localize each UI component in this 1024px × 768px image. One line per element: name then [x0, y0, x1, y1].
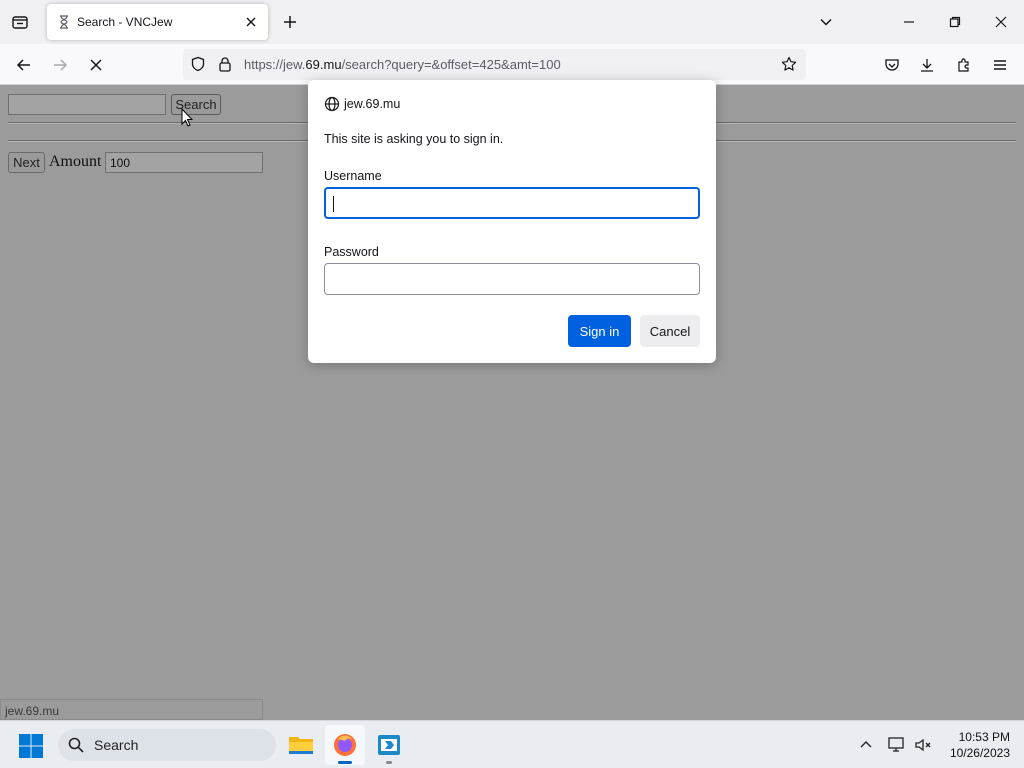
- cancel-button[interactable]: Cancel: [640, 315, 700, 347]
- tab-strip: Search - VNCJew: [0, 0, 1024, 44]
- taskbar-search-placeholder: Search: [94, 737, 139, 753]
- password-field[interactable]: [324, 263, 700, 295]
- search-icon: [68, 737, 84, 756]
- hourglass-icon: [57, 15, 71, 29]
- stop-loading-icon[interactable]: [83, 52, 109, 78]
- tab-list-icon[interactable]: [8, 10, 32, 34]
- password-label: Password: [324, 245, 379, 259]
- back-icon[interactable]: [11, 52, 37, 78]
- taskbar-search[interactable]: Search: [58, 729, 276, 761]
- sign-in-dialog: jew.69.mu This site is asking you to sig…: [308, 80, 716, 363]
- next-button[interactable]: Next: [8, 152, 45, 173]
- tab-title: Search - VNCJew: [77, 15, 173, 29]
- forward-icon[interactable]: [47, 52, 73, 78]
- bookmark-star-icon[interactable]: [781, 56, 797, 75]
- lock-icon[interactable]: [218, 56, 232, 75]
- username-label: Username: [324, 169, 382, 183]
- network-icon[interactable]: [887, 735, 907, 755]
- status-bar: jew.69.mu: [0, 699, 263, 720]
- download-icon[interactable]: [914, 52, 940, 78]
- mouse-cursor-icon: [181, 108, 193, 127]
- restore-icon[interactable]: [932, 8, 978, 36]
- sign-in-button[interactable]: Sign in: [568, 315, 631, 347]
- globe-icon: [324, 96, 340, 112]
- chevron-down-icon[interactable]: [816, 12, 836, 32]
- amount-label: Amount: [49, 153, 102, 170]
- taskbar: Search 10:53 PM 10/26/2023: [0, 720, 1024, 768]
- file-explorer-icon[interactable]: [281, 725, 321, 765]
- url-prefix: https://jew.: [244, 57, 306, 72]
- pocket-icon[interactable]: [879, 52, 905, 78]
- shield-icon[interactable]: [190, 56, 206, 75]
- page-search-button[interactable]: Search: [171, 94, 221, 115]
- url-bar[interactable]: https://jew.69.mu/search?query=&offset=4…: [183, 49, 806, 80]
- new-tab-icon[interactable]: [280, 12, 300, 32]
- menu-icon[interactable]: [987, 52, 1013, 78]
- url-text[interactable]: https://jew.69.mu/search?query=&offset=4…: [244, 57, 561, 72]
- url-path: /search?query=&offset=425&amt=100: [341, 57, 561, 72]
- url-domain: 69.mu: [305, 57, 342, 72]
- close-tab-icon[interactable]: [242, 13, 260, 31]
- active-app-indicator: [338, 761, 352, 764]
- page-search-input[interactable]: [8, 94, 166, 115]
- amount-input[interactable]: 100: [105, 152, 263, 173]
- volume-muted-icon[interactable]: [913, 735, 933, 755]
- dialog-message: This site is asking you to sign in.: [324, 132, 504, 146]
- username-field[interactable]: [324, 187, 700, 219]
- running-app-indicator: [386, 761, 392, 764]
- close-window-icon[interactable]: [978, 8, 1024, 36]
- chevron-up-icon[interactable]: [856, 735, 876, 755]
- clock-time: 10:53 PM: [958, 730, 1010, 744]
- firefox-icon[interactable]: [325, 725, 365, 765]
- windows-start-icon[interactable]: [18, 733, 44, 759]
- minimize-icon[interactable]: [886, 8, 932, 36]
- browser-tab[interactable]: Search - VNCJew: [47, 4, 268, 40]
- extensions-icon[interactable]: [951, 52, 977, 78]
- dialog-origin: jew.69.mu: [344, 97, 401, 111]
- clock-date: 10/26/2023: [949, 746, 1010, 760]
- navigation-toolbar: https://jew.69.mu/search?query=&offset=4…: [0, 44, 1024, 85]
- text-caret: [333, 196, 334, 212]
- remote-app-icon[interactable]: [369, 725, 409, 765]
- system-clock[interactable]: 10:53 PM 10/26/2023: [944, 729, 1010, 761]
